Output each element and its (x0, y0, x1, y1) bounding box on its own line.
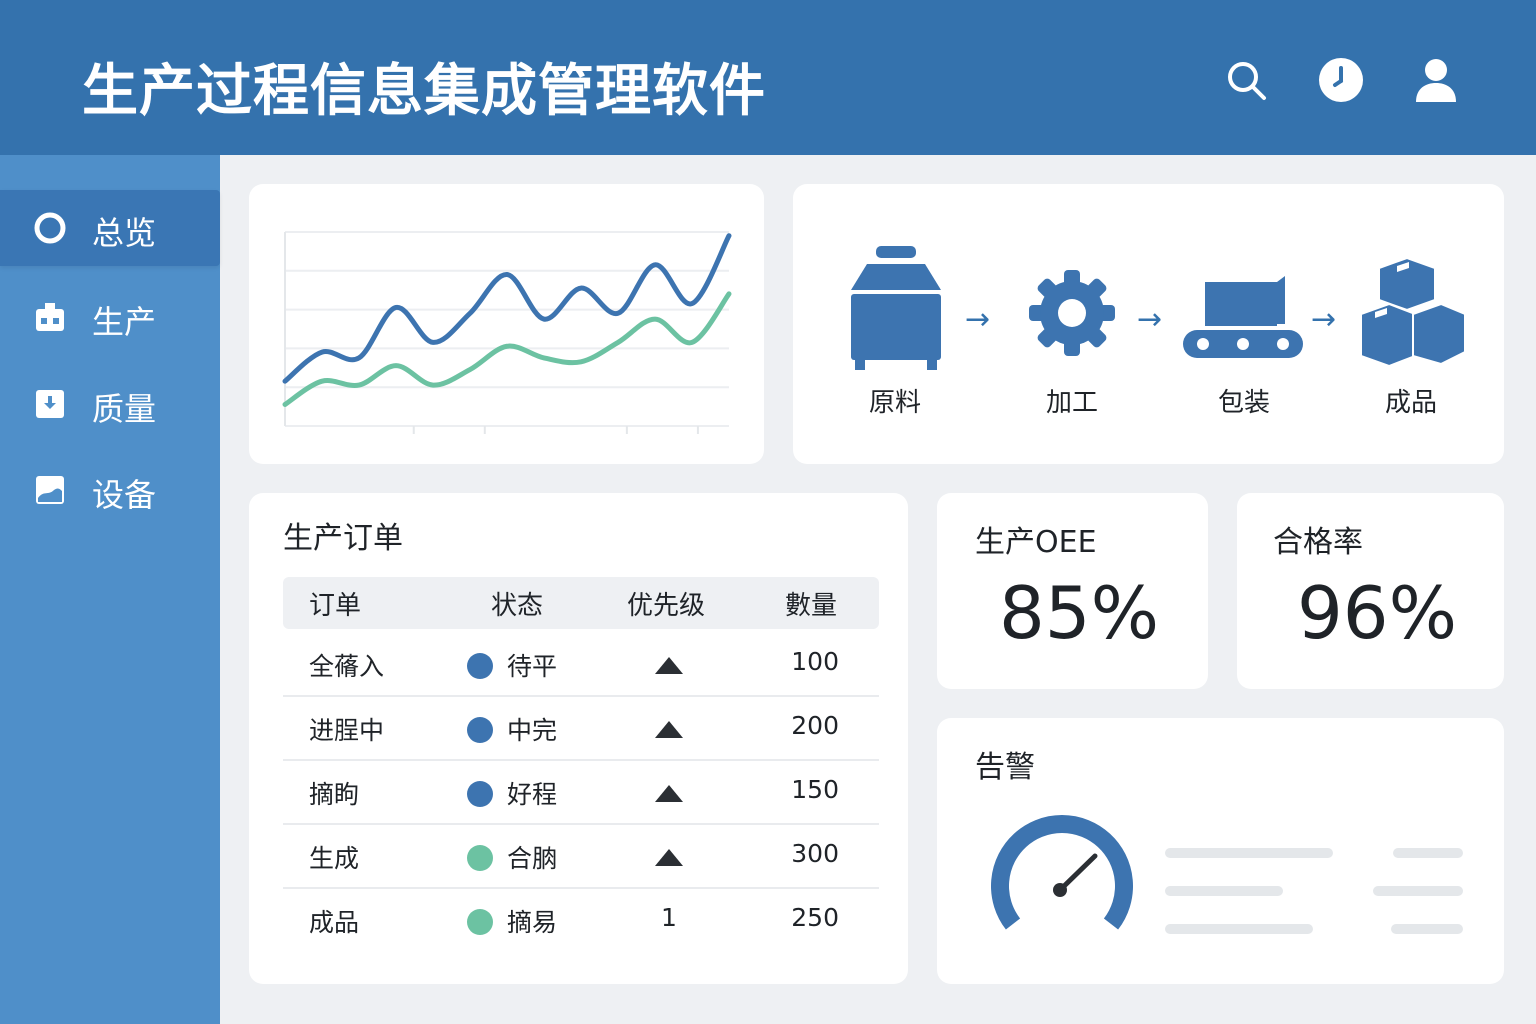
status-dot (467, 717, 493, 743)
process-step-label: 原料 (868, 388, 921, 418)
image-icon (36, 476, 64, 504)
search-icon[interactable] (1222, 56, 1270, 104)
sidebar-item-label: 设备 (92, 476, 157, 514)
sidebar-item-label: 生产 (92, 303, 157, 341)
download-box-icon (36, 390, 64, 418)
orders-card: 生产订单 订单 状态 优先级 數量 全蓨入 待平 100 进脭中 中完 200 摘眗 好程 15… (249, 493, 908, 984)
factory-icon (36, 303, 64, 331)
oee-title: 生产OEE (975, 525, 1097, 560)
column-header-qty: 數量 (785, 591, 838, 621)
alarm-line (1391, 924, 1463, 934)
alarm-line (1165, 848, 1333, 858)
process-step-label: 加工 (1045, 388, 1098, 418)
table-header: 订单 状态 优先级 數量 (283, 577, 879, 629)
sidebar-item-quality[interactable]: 质量 (0, 366, 220, 442)
process-flow-card: → → → 原料 加工 包装 成品 (793, 184, 1504, 464)
series-line-0 (282, 233, 732, 384)
cell-status: 好程 (507, 780, 558, 809)
priority-up-icon (655, 785, 683, 802)
status-dot (467, 653, 493, 679)
cell-qty: 250 (791, 903, 839, 932)
alarm-line (1393, 848, 1463, 858)
table-row[interactable]: 生成 合朒 300 (283, 825, 879, 889)
alarm-line (1165, 924, 1313, 934)
trend-line-chart (282, 231, 732, 434)
tank-icon (851, 246, 941, 370)
process-step-label: 包装 (1217, 388, 1270, 418)
sidebar-item-production[interactable]: 生产 (0, 279, 220, 355)
sidebar: 总览 生产 质量 设备 (0, 155, 220, 1024)
flow-arrow: → (965, 302, 991, 337)
cell-order: 进脭中 (309, 716, 385, 745)
cell-status: 合朒 (507, 844, 558, 873)
alarm-line (1165, 886, 1283, 896)
orders-title: 生产订单 (283, 521, 403, 556)
cell-status: 待平 (507, 652, 558, 681)
sidebar-item-overview[interactable]: 总览 (0, 190, 220, 266)
alarm-title: 告警 (975, 750, 1035, 785)
table-row[interactable]: 摘眗 好程 150 (283, 761, 879, 825)
cell-qty: 150 (791, 775, 839, 804)
table-row[interactable]: 成品 摘易 1 250 (283, 889, 879, 953)
table-row[interactable]: 全蓨入 待平 100 (283, 633, 879, 697)
alarm-card: 告警 (937, 718, 1504, 984)
status-dot (467, 909, 493, 935)
alarm-line (1373, 886, 1463, 896)
priority-up-icon (655, 657, 683, 674)
table-row[interactable]: 进脭中 中完 200 (283, 697, 879, 761)
process-step-label: 成品 (1384, 388, 1437, 418)
oee-card: 生产OEE 85% (937, 493, 1208, 689)
cell-order: 生成 (309, 844, 360, 873)
app-title: 生产过程信息集成管理软件 (82, 59, 766, 124)
cell-qty: 200 (791, 711, 839, 740)
trend-chart-card (249, 184, 764, 464)
flow-arrow: → (1311, 302, 1337, 337)
clock-icon[interactable] (1317, 56, 1365, 104)
flow-arrow: → (1137, 302, 1163, 337)
yield-title: 合格率 (1273, 525, 1363, 560)
cell-qty: 300 (791, 839, 839, 868)
priority-up-icon (655, 721, 683, 738)
app-header: 生产过程信息集成管理软件 (0, 0, 1536, 155)
priority-up-icon (655, 849, 683, 866)
cell-order: 全蓨入 (309, 652, 385, 681)
cell-status: 摘易 (507, 908, 558, 937)
cell-status: 中完 (507, 716, 558, 745)
gauge-icon (991, 815, 1133, 930)
cell-order: 成品 (309, 908, 360, 937)
circle-icon (34, 212, 66, 244)
gear-icon (1029, 270, 1115, 356)
cell-order: 摘眗 (309, 780, 360, 809)
user-icon[interactable] (1412, 56, 1460, 104)
sidebar-item-label: 总览 (92, 214, 157, 252)
status-dot (467, 781, 493, 807)
status-dot (467, 845, 493, 871)
cell-priority: 1 (661, 903, 677, 932)
column-header-status: 状态 (491, 591, 544, 621)
sidebar-item-equipment[interactable]: 设备 (0, 452, 220, 528)
yield-value: 96% (1297, 571, 1458, 655)
oee-value: 85% (999, 571, 1160, 655)
column-header-order: 订单 (309, 591, 362, 621)
cell-qty: 100 (791, 647, 839, 676)
boxes-icon (1360, 256, 1466, 368)
column-header-priority: 优先级 (627, 591, 706, 621)
conveyor-icon (1183, 276, 1303, 358)
sidebar-item-label: 质量 (92, 390, 157, 428)
yield-card: 合格率 96% (1237, 493, 1504, 689)
